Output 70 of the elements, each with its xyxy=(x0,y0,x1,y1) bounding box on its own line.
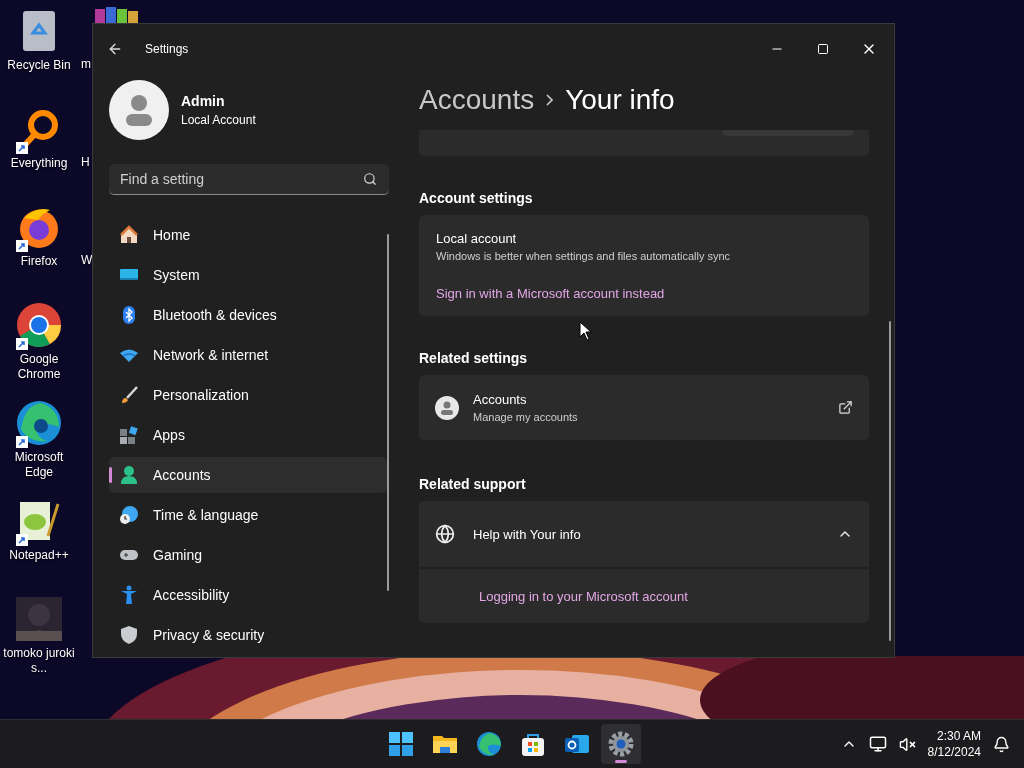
recycle-bin-icon xyxy=(21,9,57,53)
apps-icon xyxy=(119,425,139,445)
nav-item[interactable]: System xyxy=(109,257,387,293)
shopping-bag-icon xyxy=(520,731,546,757)
card-description: Manage my accounts xyxy=(473,411,579,423)
edge-icon xyxy=(476,731,502,757)
globe-clock-icon xyxy=(119,505,139,525)
expander-header[interactable]: Help with Your info xyxy=(419,501,869,567)
desktop-icon-label[interactable]: Recycle Bin xyxy=(7,58,71,73)
nav-item[interactable]: Home xyxy=(109,217,387,253)
search-field[interactable]: Find a setting xyxy=(109,164,389,195)
desktop-icon-label[interactable]: Everything xyxy=(10,156,68,171)
brush-icon xyxy=(119,385,139,405)
card-title: Accounts xyxy=(473,392,528,407)
section-heading: Account settings xyxy=(419,190,534,206)
volume-muted-icon[interactable] xyxy=(898,735,916,753)
avatar-icon xyxy=(435,395,459,420)
search-icon xyxy=(363,172,377,186)
chrome-icon xyxy=(15,301,63,349)
desktop-icon-label[interactable]: Firefox xyxy=(20,254,58,269)
account-type: Local Account xyxy=(181,113,256,127)
globe-icon xyxy=(435,524,455,544)
gear-icon xyxy=(608,731,634,757)
desktop-icon-label[interactable]: tomoko juroki s... xyxy=(0,646,78,676)
pointer-icon xyxy=(579,321,591,341)
breadcrumb-item[interactable]: Accounts xyxy=(419,84,535,116)
scrollbar-thumb[interactable] xyxy=(387,234,389,591)
breadcrumb-item: Your info xyxy=(565,84,675,116)
section-heading: Related settings xyxy=(419,350,529,366)
clock-time[interactable]: 2:30 AM xyxy=(936,728,981,744)
user-name: Admin xyxy=(181,93,226,109)
maximize-icon xyxy=(817,43,829,55)
desktop-icon-label[interactable]: W xyxy=(81,253,93,268)
avatar-icon xyxy=(109,80,169,140)
clock-date[interactable]: 8/12/2024 xyxy=(927,744,981,760)
sign-in-link[interactable]: Sign in with a Microsoft account instead xyxy=(436,286,853,301)
desktop-icon-label[interactable]: Notepad++ xyxy=(9,548,69,563)
archive-icon xyxy=(95,5,139,23)
section-heading: Related support xyxy=(419,476,527,492)
window-title: Settings xyxy=(145,42,189,56)
nav-item[interactable]: Apps xyxy=(109,417,387,453)
notification-bell-icon[interactable] xyxy=(993,735,1010,753)
nav-item[interactable]: Bluetooth & devices xyxy=(109,297,387,333)
accessibility-icon xyxy=(119,585,139,605)
external-link-icon xyxy=(838,400,853,415)
back-icon[interactable] xyxy=(107,41,123,57)
nav-item[interactable]: Gaming xyxy=(109,537,387,573)
help-link[interactable]: Logging in to your Microsoft account xyxy=(479,588,688,604)
nav-item[interactable]: Privacy & security xyxy=(109,617,387,653)
house-icon xyxy=(119,225,139,245)
nav-item[interactable]: Network & internet xyxy=(109,337,387,373)
nav-item[interactable]: Accessibility xyxy=(109,577,387,613)
nav-item[interactable]: Personalization xyxy=(109,377,387,413)
monitor-icon[interactable] xyxy=(868,735,887,753)
chevron-icon xyxy=(546,94,554,106)
edge-icon xyxy=(15,399,63,447)
desktop-icon-label[interactable]: m xyxy=(81,57,93,72)
desktop-icon-label[interactable]: H xyxy=(81,155,93,170)
settings-card[interactable]: Accounts Manage my accounts xyxy=(419,375,869,440)
scrollbar-thumb[interactable] xyxy=(889,321,891,641)
card-description: Windows is better when settings and files automatically sync xyxy=(436,250,732,262)
nav-item[interactable]: Time & language xyxy=(109,497,387,533)
windows-logo-icon xyxy=(388,731,414,757)
person-icon xyxy=(119,465,139,485)
card-title: Local account xyxy=(436,231,518,246)
desktop-icon-label[interactable]: Google Chrome xyxy=(0,352,78,382)
shield-icon xyxy=(119,625,139,645)
nav-item[interactable]: Accounts xyxy=(109,457,387,493)
expander-title: Help with Your info xyxy=(473,526,582,542)
desktop-icon-label[interactable]: Microsoft Edge xyxy=(0,450,78,480)
